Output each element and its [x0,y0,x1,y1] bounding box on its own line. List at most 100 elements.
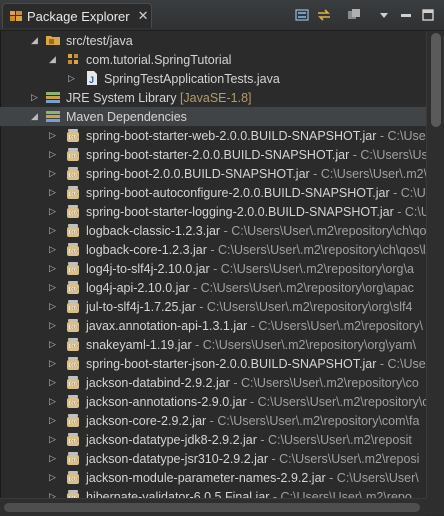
jar-name: javax.annotation-api-1.3.1.jar [86,318,248,333]
tree-item-label: SpringTestApplicationTests.java [104,71,280,86]
jar-icon: 010 [65,184,81,200]
horizontal-scrollbar[interactable] [0,498,426,516]
tree-item-jar[interactable]: ▷ 010 spring-boot-starter-web-2.0.0.BUILD-… [0,126,426,145]
jar-icon: 010 [65,450,81,466]
jar-icon: 010 [65,146,81,162]
expanded-twisty-icon[interactable]: ◢ [31,36,39,45]
library-icon [45,108,61,124]
svg-text:010: 010 [70,363,78,368]
collapsed-twisty-icon[interactable]: ▷ [68,74,76,83]
svg-text:010: 010 [70,249,78,254]
source-folder-icon [45,32,61,48]
tree-item-jar[interactable]: ▷ 010 jackson-annotations-2.9.0.jar - C:\U… [0,392,426,411]
close-icon[interactable]: ✕ [138,8,149,24]
jar-path: C:\Users\User\.m2\repository\c [257,394,426,409]
collapsed-twisty-icon[interactable]: ▷ [49,340,57,349]
link-with-editor-icon[interactable] [315,6,333,24]
tree-item-src-test-java[interactable]: ◢ src/test/java [0,31,426,50]
tree-item-jar[interactable]: ▷ 010 spring-boot-starter-2.0.0.BUILD-SNAP… [0,145,426,164]
tree-item-jar[interactable]: ▷ 010 spring-boot-starter-logging-2.0.0.BU… [0,202,426,221]
jar-name: spring-boot-starter-2.0.0.BUILD-SNAPSHOT… [86,147,350,162]
collapse-all-icon[interactable] [293,6,311,24]
tree-item-jar[interactable]: ▷ 010 log4j-api-2.10.0.jar - C:\Users\User… [0,278,426,297]
collapsed-twisty-icon[interactable]: ▷ [49,435,57,444]
svg-text:010: 010 [70,458,78,463]
jar-path: C:\Users\User\.m2\repository\org\a [220,261,414,276]
jar-path: C:\Users\User\.m2\repo [280,489,412,499]
collapsed-twisty-icon[interactable]: ▷ [49,226,57,235]
tree-item-jar[interactable]: ▷ 010 snakeyaml-1.19.jar - C:\Users\User\.… [0,335,426,354]
jar-path-separator: - [268,451,280,466]
collapsed-twisty-icon[interactable]: ▷ [49,264,57,273]
tree-item-jar[interactable]: ▷ 010 logback-classic-1.2.3.jar - C:\Users… [0,221,426,240]
jar-path: C:\Users\User\.m2\repository\com\fa [217,413,420,428]
jar-path: C:\Users\User\.m2\repository\org\apac [200,280,414,295]
jar-path-separator: - [191,337,203,352]
view-options-icon[interactable] [345,6,363,24]
svg-text:010: 010 [70,173,78,178]
collapsed-twisty-icon[interactable]: ▷ [31,93,39,102]
jar-icon: 010 [65,317,81,333]
tree-item-jar[interactable]: ▷ 010 spring-boot-autoconfigure-2.0.0.BUIL… [0,183,426,202]
jar-icon: 010 [65,355,81,371]
jar-name: hibernate-validator-6.0.5.Final.jar [86,489,270,499]
tree-item-maven-dependencies[interactable]: ◢ Maven Dependencies [0,107,426,126]
collapsed-twisty-icon[interactable]: ▷ [49,397,57,406]
jar-path-separator: - [195,299,207,314]
svg-text:010: 010 [70,230,78,235]
jar-path-separator: - [376,356,388,371]
tree-item-jar[interactable]: ▷ 010 jackson-datatype-jsr310-2.9.2.jar - … [0,449,426,468]
jar-path: C:\Users\User\.m2\repository\co [240,375,419,390]
collapsed-twisty-icon[interactable]: ▷ [49,416,57,425]
svg-text:010: 010 [70,154,78,159]
tab-package-explorer[interactable]: Package Explorer ✕ [2,3,152,28]
collapsed-twisty-icon[interactable]: ▷ [49,283,57,292]
tree-item-jar[interactable]: ▷ 010 spring-boot-starter-json-2.0.0.BUILD… [0,354,426,373]
expanded-twisty-icon[interactable]: ◢ [31,112,39,121]
tree-item-jar[interactable]: ▷ 010 jul-to-slf4j-1.7.25.jar - C:\Users\U… [0,297,426,316]
tree-item-package[interactable]: ◢ com.tutorial.SpringTutorial [0,50,426,69]
jar-path: C:\Users\User\.m2\reposit [268,432,412,447]
collapsed-twisty-icon[interactable]: ▷ [49,188,57,197]
jar-path: C:\Users\User\.m2\repo [320,166,426,181]
java-file-icon: J [84,70,100,86]
jar-icon: 010 [65,336,81,352]
collapsed-twisty-icon[interactable]: ▷ [49,454,57,463]
collapsed-twisty-icon[interactable]: ▷ [49,473,57,482]
tree-item-jre-system-library[interactable]: ▷ JRE System Library [JavaSE-1.8] [0,88,426,107]
tree-item-jar[interactable]: ▷ 010 javax.annotation-api-1.3.1.jar - C:\… [0,316,426,335]
package-tree[interactable]: ◢ src/test/java ◢ com.tutorial.SpringTut… [0,31,426,498]
tree-item-label: JRE System Library [66,90,177,105]
collapsed-twisty-icon[interactable]: ▷ [49,359,57,368]
horizontal-scroll-thumb[interactable] [4,503,420,512]
collapsed-twisty-icon[interactable]: ▷ [49,131,57,140]
jar-path: C:\Users [387,128,426,143]
view-menu-icon[interactable] [375,6,393,24]
tree-item-jar[interactable]: ▷ 010 jackson-datatype-jdk8-2.9.2.jar - C:… [0,430,426,449]
tree-item-jar[interactable]: ▷ 010 jackson-databind-2.9.2.jar - C:\User… [0,373,426,392]
tree-item-test-file[interactable]: ▷ J SpringTestApplicationTests.java [0,69,426,88]
collapsed-twisty-icon[interactable]: ▷ [49,245,57,254]
vertical-scrollbar[interactable] [426,31,444,498]
jar-path-separator: - [376,128,388,143]
maximize-icon[interactable] [419,6,437,24]
svg-text:010: 010 [70,420,78,425]
collapsed-twisty-icon[interactable]: ▷ [49,169,57,178]
tree-item-jar[interactable]: ▷ 010 spring-boot-2.0.0.BUILD-SNAPSHOT.jar… [0,164,426,183]
collapsed-twisty-icon[interactable]: ▷ [49,378,57,387]
tree-item-jar[interactable]: ▷ 010 jackson-module-parameter-names-2.9.2… [0,468,426,487]
minimize-icon[interactable] [397,6,415,24]
collapsed-twisty-icon[interactable]: ▷ [49,207,57,216]
tree-item-jar[interactable]: ▷ 010 hibernate-validator-6.0.5.Final.jar … [0,487,426,498]
collapsed-twisty-icon[interactable]: ▷ [49,150,57,159]
collapsed-twisty-icon[interactable]: ▷ [49,321,57,330]
tree-item-jar[interactable]: ▷ 010 log4j-to-slf4j-2.10.0.jar - C:\Users… [0,259,426,278]
jar-path-separator: - [309,166,321,181]
vertical-scroll-thumb[interactable] [431,33,441,127]
jar-name: jackson-datatype-jdk8-2.9.2.jar [86,432,257,447]
tree-item-jar[interactable]: ▷ 010 jackson-core-2.9.2.jar - C:\Users\Us… [0,411,426,430]
svg-text:010: 010 [70,382,78,387]
expanded-twisty-icon[interactable]: ◢ [49,55,57,64]
collapsed-twisty-icon[interactable]: ▷ [49,302,57,311]
tree-item-jar[interactable]: ▷ 010 logback-core-1.2.3.jar - C:\Users\Us… [0,240,426,259]
